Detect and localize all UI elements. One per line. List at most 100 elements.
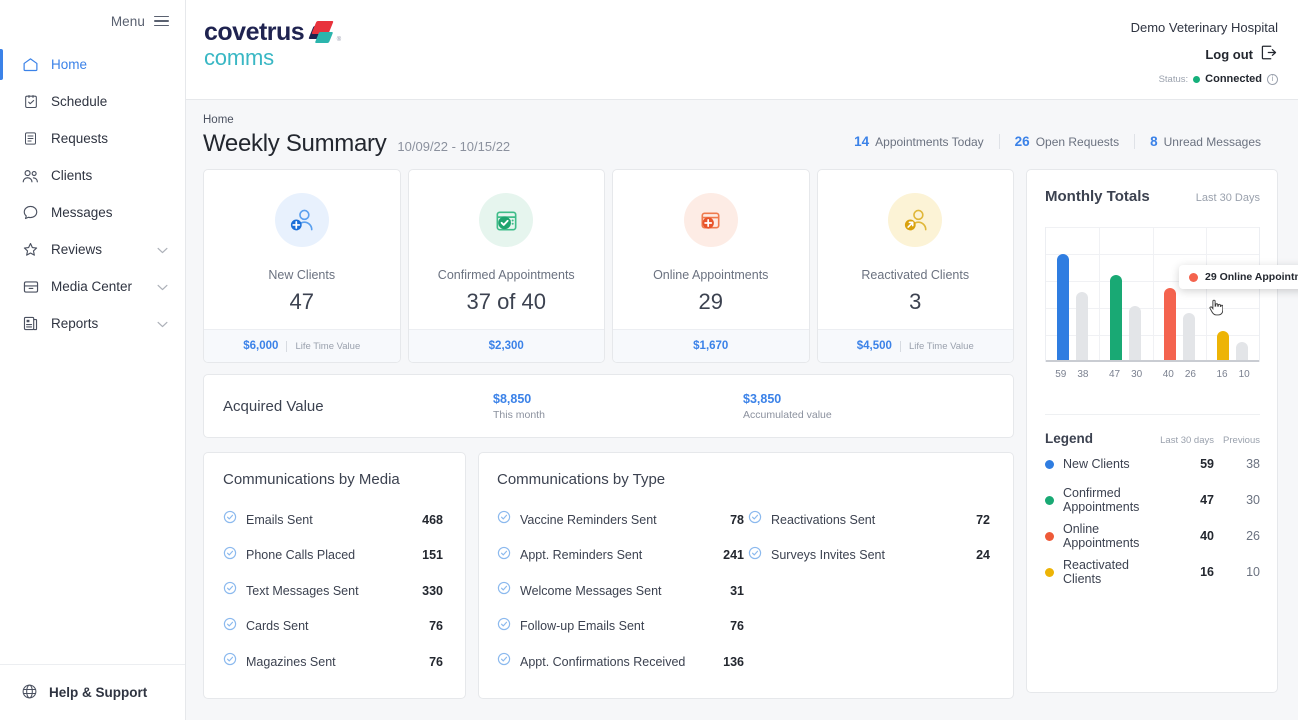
sidebar-item-clients[interactable]: Clients bbox=[0, 157, 185, 194]
legend-row-online-appointments[interactable]: Online Appointments 40 26 bbox=[1045, 518, 1260, 554]
acquired-value-panel: Acquired Value $8,850 This month $3,850 … bbox=[203, 374, 1014, 438]
covetrus-diamond-icon: ® bbox=[308, 21, 341, 44]
quick-stat-appointments-today[interactable]: 14 Appointments Today bbox=[839, 134, 999, 149]
chart-tooltip: 29 Online Appointments bbox=[1179, 265, 1298, 289]
list-item-value: 151 bbox=[422, 548, 443, 563]
kpi-value: 29 bbox=[698, 289, 723, 314]
kpi-card-online-appointments[interactable]: Online Appointments 29 $1,670 bbox=[612, 169, 810, 363]
list-item-label: Appt. Confirmations Received bbox=[520, 654, 686, 669]
check-circle-icon bbox=[223, 652, 237, 671]
quick-stat-number: 14 bbox=[854, 134, 870, 149]
legend-previous-value: 10 bbox=[1246, 565, 1260, 579]
bar-previous[interactable] bbox=[1129, 306, 1142, 360]
communications-type-column-2: Reactivations Sent 72 Surveys Invites Se… bbox=[748, 502, 994, 680]
logout-button[interactable]: Log out bbox=[1205, 45, 1278, 63]
sidebar-item-media-center[interactable]: Media Center bbox=[0, 268, 185, 305]
list-item: Magazines Sent 76 bbox=[223, 644, 447, 680]
info-icon[interactable]: i bbox=[1267, 73, 1278, 85]
chart-plot-area bbox=[1045, 227, 1260, 362]
quick-stat-number: 8 bbox=[1150, 134, 1158, 149]
communications-type-column-1: Vaccine Reminders Sent 78 Appt. Reminder… bbox=[497, 502, 748, 680]
report-icon bbox=[21, 314, 40, 333]
logout-icon bbox=[1261, 45, 1278, 63]
chat-icon bbox=[21, 203, 40, 222]
sidebar-item-reviews[interactable]: Reviews bbox=[0, 231, 185, 268]
acquired-value-amount: $8,850 bbox=[493, 391, 532, 406]
date-range: 10/09/22 - 10/15/22 bbox=[397, 139, 511, 154]
status-label: Status: bbox=[1158, 73, 1189, 85]
sidebar-item-messages[interactable]: Messages bbox=[0, 194, 185, 231]
help-and-support-button[interactable]: Help & Support bbox=[0, 664, 185, 720]
chevron-down-icon[interactable] bbox=[157, 242, 168, 257]
x-tick-previous: 26 bbox=[1184, 369, 1196, 380]
kpi-card-new-clients[interactable]: New Clients 47 $6,000 Life Time Value bbox=[203, 169, 401, 363]
kpi-card-reactivated-clients[interactable]: Reactivated Clients 3 $4,500 Life Time V… bbox=[816, 169, 1014, 363]
bar-group-new-clients[interactable] bbox=[1046, 227, 1099, 360]
quick-stat-open-requests[interactable]: 26 Open Requests bbox=[998, 134, 1134, 149]
legend-dot-icon bbox=[1045, 567, 1054, 577]
bar-previous[interactable] bbox=[1235, 342, 1248, 360]
legend-row-reactivated-clients[interactable]: Reactivated Clients 16 10 bbox=[1045, 554, 1260, 590]
breadcrumb[interactable]: Home bbox=[203, 114, 510, 126]
chevron-down-icon[interactable] bbox=[157, 279, 168, 294]
sidebar-item-schedule[interactable]: Schedule bbox=[0, 83, 185, 120]
kpi-value: 47 bbox=[289, 289, 314, 314]
communications-by-type-panel: Communications by Type Vaccine Reminders… bbox=[478, 452, 1014, 699]
bar-current[interactable] bbox=[1216, 331, 1229, 360]
legend-current-value: 59 bbox=[1200, 457, 1214, 471]
sidebar-item-reports[interactable]: Reports bbox=[0, 305, 185, 342]
add-window-icon bbox=[683, 193, 738, 247]
kpi-card-row: New Clients 47 $6,000 Life Time Value Co… bbox=[203, 169, 1014, 363]
acquired-value-amount: $3,850 bbox=[743, 391, 782, 406]
chevron-down-icon[interactable] bbox=[157, 316, 168, 331]
x-label-group: 59 38 bbox=[1045, 369, 1099, 380]
sidebar-item-requests[interactable]: Requests bbox=[0, 120, 185, 157]
check-circle-icon bbox=[497, 652, 511, 671]
menu-toggle[interactable]: Menu bbox=[0, 0, 185, 42]
legend-col2-header: Previous bbox=[1223, 435, 1260, 446]
bar-group-reactivated-clients[interactable] bbox=[1206, 227, 1259, 360]
quick-stat-unread-messages[interactable]: 8 Unread Messages bbox=[1134, 134, 1276, 149]
check-circle-icon bbox=[497, 546, 511, 565]
check-circle-icon bbox=[497, 617, 511, 636]
kpi-card-confirmed-appointments[interactable]: Confirmed Appointments 37 of 40 $2,300 bbox=[407, 169, 605, 363]
brand-top-row: covetrus ® bbox=[204, 20, 341, 45]
list-item: Vaccine Reminders Sent 78 bbox=[497, 502, 748, 538]
bar-current[interactable] bbox=[1057, 254, 1070, 360]
panel-title: Monthly Totals bbox=[1045, 188, 1150, 205]
check-circle-icon bbox=[497, 510, 511, 529]
brand-logo[interactable]: covetrus ® comms bbox=[202, 20, 341, 70]
acquired-value-this-month: $8,850 This month bbox=[493, 392, 743, 421]
kpi-body: Confirmed Appointments 37 of 40 bbox=[409, 170, 605, 329]
bar-previous[interactable] bbox=[1076, 292, 1089, 360]
legend-row-new-clients[interactable]: New Clients 59 38 bbox=[1045, 446, 1260, 482]
monthly-totals-chart[interactable]: 59 38 47 30 40 26 16 10 29 Online Appoin… bbox=[1045, 227, 1298, 387]
list-item: Phone Calls Placed 151 bbox=[223, 538, 447, 574]
list-item: Emails Sent 468 bbox=[223, 502, 447, 538]
top-bar-right: Demo Veterinary Hospital Log out Status:… bbox=[1131, 20, 1278, 85]
list-item-label: Text Messages Sent bbox=[246, 583, 359, 598]
add-user-icon bbox=[274, 193, 329, 247]
bar-current[interactable] bbox=[1110, 275, 1123, 360]
star-icon bbox=[21, 240, 40, 259]
hamburger-icon[interactable] bbox=[154, 15, 169, 27]
top-bar: covetrus ® comms Demo Veterinary Hospita… bbox=[186, 0, 1298, 100]
list-item: Cards Sent 76 bbox=[223, 609, 447, 645]
list-item-label: Follow-up Emails Sent bbox=[520, 619, 645, 634]
kpi-body: New Clients 47 bbox=[204, 170, 400, 329]
connection-status: Status: Connected i bbox=[1159, 73, 1278, 85]
sidebar-nav: Home Schedule Requests Clients Messages … bbox=[0, 46, 185, 342]
legend-dot-icon bbox=[1045, 495, 1054, 505]
chart-x-labels: 59 38 47 30 40 26 16 10 bbox=[1045, 369, 1260, 380]
sidebar-item-home[interactable]: Home bbox=[0, 46, 185, 83]
bar-current[interactable] bbox=[1163, 288, 1176, 360]
list-item-value: 76 bbox=[730, 619, 744, 634]
home-icon bbox=[21, 55, 40, 74]
panel-title: Communications by Media bbox=[223, 471, 400, 488]
legend-previous-value: 30 bbox=[1246, 493, 1260, 507]
bar-group-online-appointments[interactable] bbox=[1153, 227, 1206, 360]
status-value: Connected bbox=[1205, 73, 1262, 85]
legend-row-confirmed-appointments[interactable]: Confirmed Appointments 47 30 bbox=[1045, 482, 1260, 518]
bar-group-confirmed-appointments[interactable] bbox=[1099, 227, 1152, 360]
bar-previous[interactable] bbox=[1182, 313, 1195, 360]
